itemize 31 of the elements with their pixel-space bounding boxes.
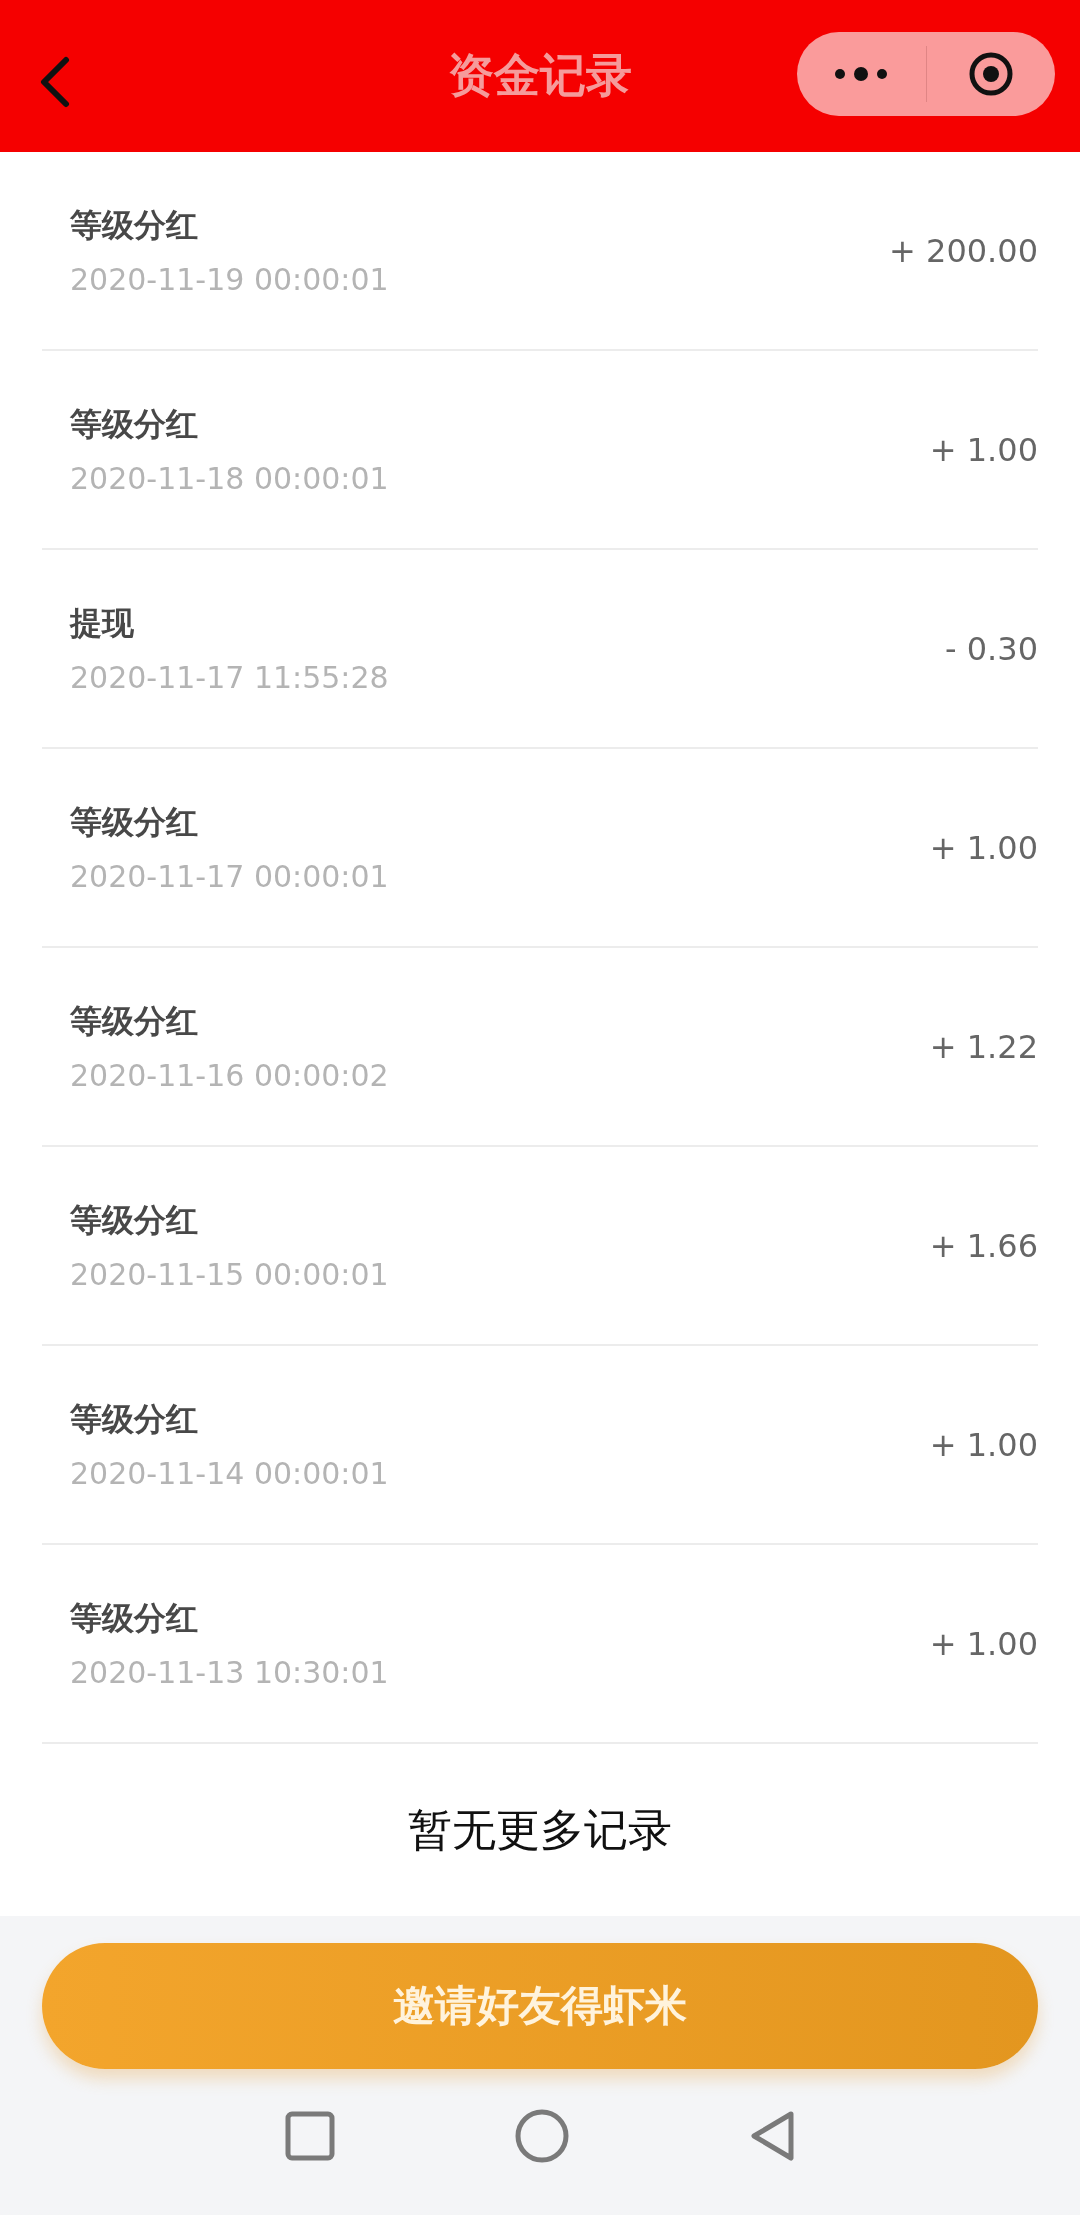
- record-amount: + 1.22: [929, 1027, 1038, 1066]
- record-time: 2020-11-16 00:00:02: [70, 1058, 390, 1093]
- record-title: 等级分红: [70, 802, 199, 843]
- home-icon[interactable]: [515, 2109, 569, 2163]
- more-icon[interactable]: [834, 67, 889, 81]
- record-amount: + 1.00: [929, 828, 1038, 867]
- record-title: 等级分红: [70, 1399, 199, 1440]
- record-amount: + 1.00: [929, 430, 1038, 469]
- record-amount: + 1.66: [929, 1226, 1038, 1265]
- end-note: 暂无更多记录: [408, 1802, 672, 1857]
- record-time: 2020-11-17 00:00:01: [70, 859, 390, 894]
- record-time: 2020-11-18 00:00:01: [70, 461, 390, 496]
- invite-button[interactable]: 邀请好友得虾米: [42, 1943, 1038, 2069]
- record-title: 等级分红: [70, 1001, 199, 1042]
- record-amount: + 1.00: [929, 1425, 1038, 1464]
- recent-apps-icon[interactable]: [285, 2111, 335, 2161]
- record-title: 提现: [70, 603, 135, 644]
- record-amount: - 0.30: [945, 629, 1038, 668]
- record-amount: + 200.00: [889, 231, 1038, 270]
- record-time: 2020-11-13 10:30:01: [70, 1655, 390, 1690]
- back-icon[interactable]: [749, 2110, 795, 2162]
- record-title: 等级分红: [70, 1598, 199, 1639]
- record-time: 2020-11-19 00:00:01: [70, 262, 390, 297]
- record-time: 2020-11-15 00:00:01: [70, 1257, 390, 1292]
- record-title: 等级分红: [70, 205, 199, 246]
- record-time: 2020-11-14 00:00:01: [70, 1456, 390, 1491]
- record-title: 等级分红: [70, 404, 199, 445]
- record-title: 等级分红: [70, 1200, 199, 1241]
- record-time: 2020-11-17 11:55:28: [70, 660, 390, 695]
- page-title: 资金记录: [448, 47, 632, 104]
- record-amount: + 1.00: [929, 1624, 1038, 1663]
